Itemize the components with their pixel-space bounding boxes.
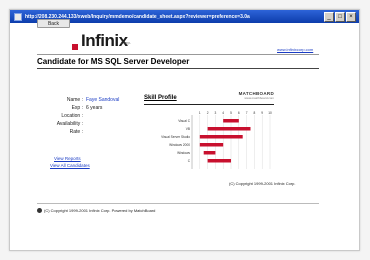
page-title: Candidate for MS SQL Server Developer [37, 57, 190, 66]
chart-tick-label: 3 [215, 111, 217, 115]
footer-text: (C) Copyright 1999-2001 Infinix Corp. Po… [44, 208, 156, 213]
view-reports-link[interactable]: View Reports [54, 156, 81, 161]
info-label: Name : [66, 97, 83, 103]
chart-bar [207, 159, 231, 163]
info-row-location: Location : [45, 112, 130, 120]
chart-tick-label: 8 [254, 111, 256, 115]
chart-bar [199, 143, 224, 147]
info-row-name: Name : Faye Sandoval [45, 96, 130, 104]
panel-divider [144, 104, 274, 105]
chart-category-label: C [188, 159, 191, 163]
chart-tick-label: 7 [246, 111, 248, 115]
chart-category-label: Windows [177, 151, 190, 155]
info-row-availability: Availability : [45, 120, 130, 128]
minimize-button[interactable]: _ [324, 12, 334, 22]
chart-category-label: Visual C [178, 119, 191, 123]
chart-bar [223, 119, 239, 123]
info-row-exp: Exp : 6 years [45, 104, 130, 112]
chart-tick-label: 9 [261, 111, 263, 115]
skill-profile-title: Skill Profile [144, 95, 177, 101]
view-all-candidates-link[interactable]: View All Candidates [50, 163, 90, 168]
chart-copyright: (C) Copyright 1999-2001 Infinix Corp. [229, 181, 296, 186]
site-link[interactable]: www.infinixcorp.com [277, 47, 313, 52]
chart-category-label: Visual Server Studio [161, 135, 190, 139]
chart-tick-label: 4 [222, 111, 224, 115]
logo-subtext: Corp. [121, 40, 131, 45]
footer: (C) Copyright 1999-2001 Infinix Corp. Po… [37, 208, 156, 214]
chart-bar [199, 135, 243, 139]
window-controls: _ □ × [324, 12, 356, 22]
candidate-name[interactable]: Faye Sandoval [86, 96, 119, 104]
candidate-info: Name : Faye Sandoval Exp : 6 years Locat… [45, 96, 130, 136]
info-label: Location : [61, 113, 83, 119]
matchboard-url: www.matchboard.com [244, 96, 274, 100]
chart-bar [203, 151, 216, 155]
logo-mark-icon [72, 44, 78, 50]
footer-divider [37, 203, 319, 204]
info-row-rate: Rate : [45, 128, 130, 136]
browser-icon [14, 13, 22, 21]
title-divider [37, 68, 319, 69]
maximize-button[interactable]: □ [335, 12, 345, 22]
info-label: Exp : [71, 105, 83, 111]
chart-tick-label: 10 [268, 111, 272, 115]
skill-chart: 1 2 3 4 5 6 7 8 9 10 Visual C VB Visual Server Studi… [161, 111, 272, 169]
header-divider [37, 54, 319, 55]
chart-bar [207, 127, 251, 131]
chart-tick-label: 5 [230, 111, 232, 115]
chart-tick-label: 1 [199, 111, 201, 115]
skill-profile-panel: Skill Profile MATCHBOARD www.matchboard.… [141, 89, 295, 190]
chart-category-label: VB [186, 127, 190, 131]
chart-category-label: Windows 2000 [169, 143, 190, 147]
candidate-exp: 6 years [86, 105, 103, 111]
close-button[interactable]: × [346, 12, 356, 22]
info-label: Availability : [56, 121, 83, 127]
chart-tick-label: 2 [207, 111, 209, 115]
back-button[interactable]: Back [37, 19, 70, 28]
chart-tick-label: 6 [238, 111, 240, 115]
info-label: Rate : [69, 129, 83, 135]
copyright-icon [37, 208, 42, 214]
